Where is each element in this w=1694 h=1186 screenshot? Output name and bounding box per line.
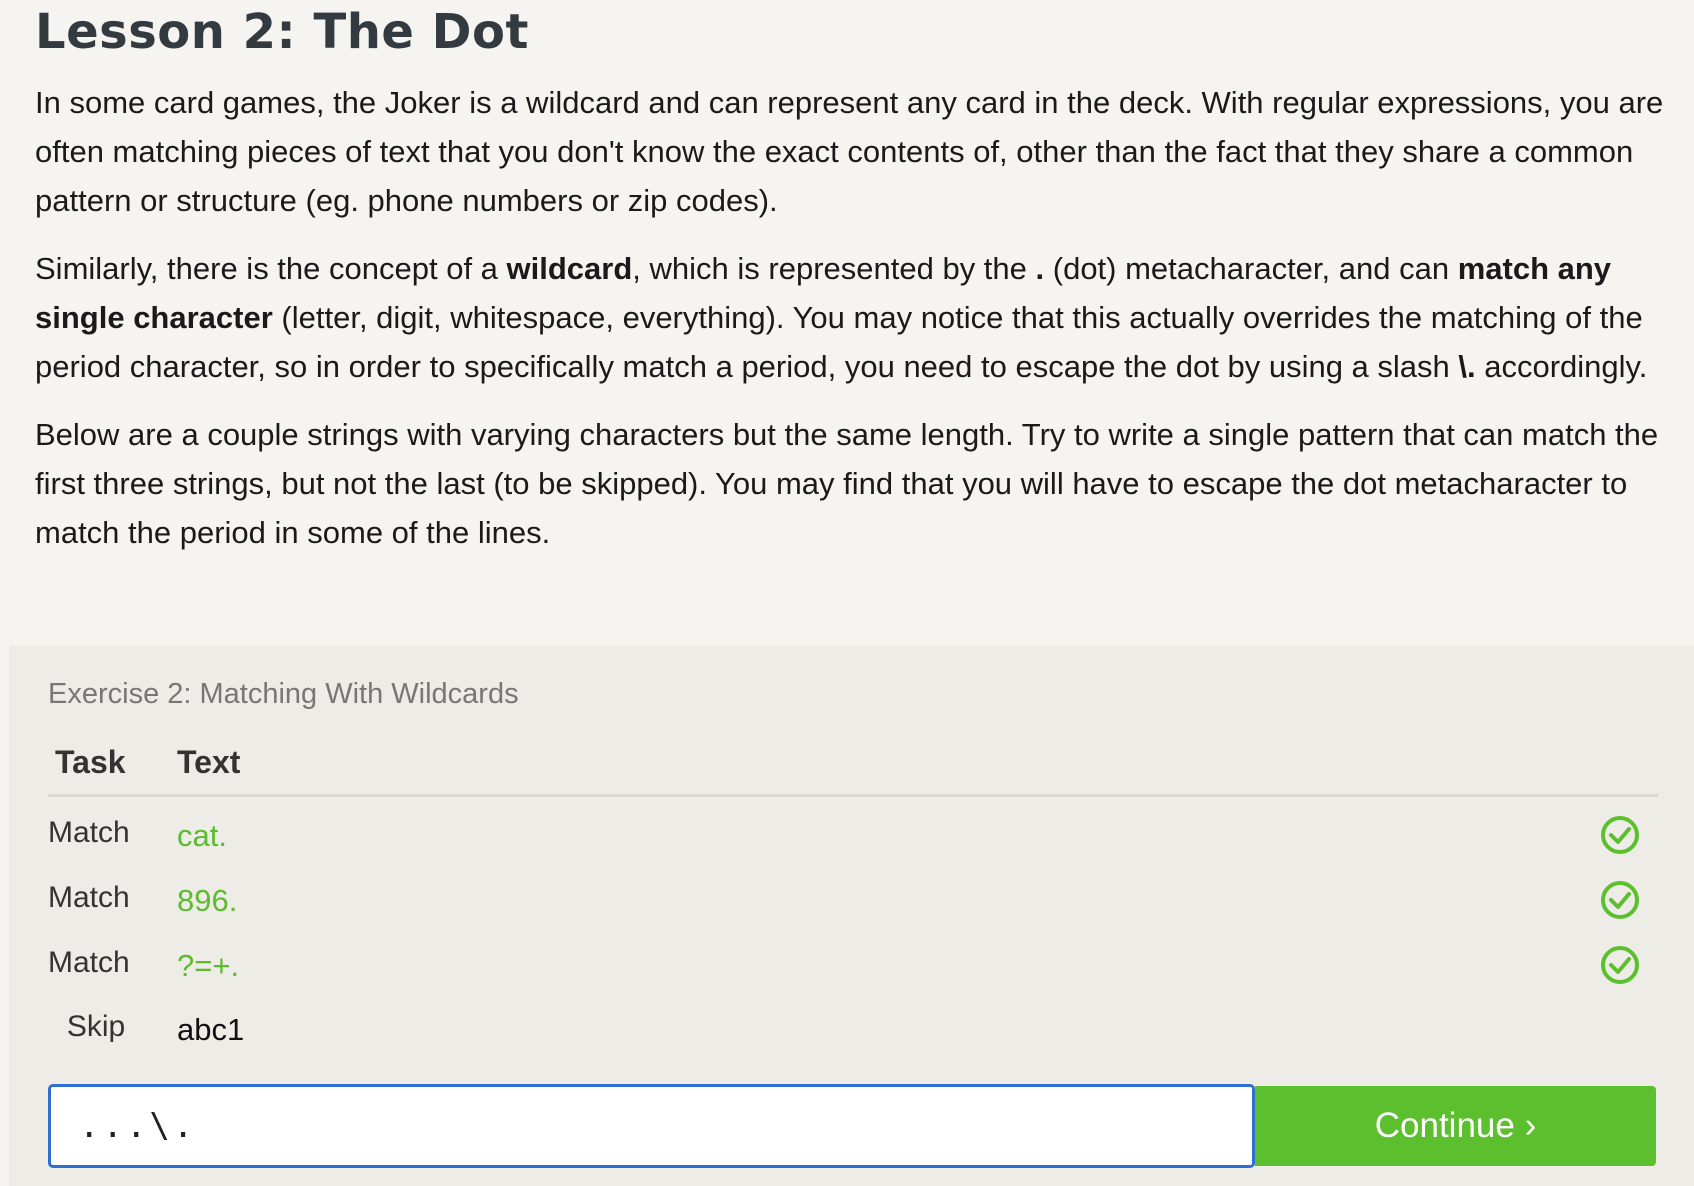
- row-task: Skip: [66, 1010, 126, 1043]
- exercise-panel: Exercise 2: Matching With Wildcards Task…: [9, 646, 1694, 1186]
- continue-button[interactable]: Continue ›: [1255, 1086, 1656, 1166]
- table-row: Match ?=+.: [9, 946, 1694, 1006]
- row-task: Match: [48, 816, 130, 849]
- para-bold-escape: \.: [1458, 349, 1476, 384]
- row-task: Match: [48, 946, 130, 979]
- check-circle-icon: [1601, 816, 1639, 854]
- lesson-title: Lesson 2: The Dot: [35, 4, 529, 60]
- lesson-section: Lesson 2: The Dot In some card games, th…: [35, 0, 1675, 557]
- row-text: 896.: [177, 883, 238, 918]
- table-row: Match cat.: [9, 816, 1694, 876]
- check-circle-icon: [1601, 946, 1639, 984]
- para-text: Similarly, there is the concept of a: [35, 251, 507, 286]
- column-header-task: Task: [55, 744, 126, 780]
- lesson-paragraph-3: Below are a couple strings with varying …: [35, 417, 1659, 550]
- para-text: , which is represented by the: [632, 251, 1036, 286]
- para-text: accordingly.: [1475, 349, 1648, 384]
- para-text: (letter, digit, whitespace, everything).…: [35, 300, 1643, 384]
- row-text: cat.: [177, 818, 227, 853]
- row-text: abc1: [177, 1012, 245, 1047]
- row-task: Match: [48, 881, 130, 914]
- lesson-paragraph-1: In some card games, the Joker is a wildc…: [35, 85, 1664, 218]
- para-bold-dot: .: [1035, 251, 1045, 286]
- regex-answer-input[interactable]: [79, 1101, 1219, 1151]
- check-circle-icon: [1601, 881, 1639, 919]
- table-row: Skip abc1: [9, 1010, 1694, 1070]
- para-text: (dot) metacharacter, and can: [1044, 251, 1458, 286]
- lesson-paragraph-2: Similarly, there is the concept of a wil…: [35, 244, 1675, 391]
- table-row: Match 896.: [9, 881, 1694, 941]
- row-text: ?=+.: [177, 948, 240, 983]
- answer-input-wrapper: [48, 1084, 1255, 1168]
- column-header-text: Text: [177, 744, 241, 780]
- para-bold-wildcard: wildcard: [506, 251, 633, 286]
- header-divider: [48, 794, 1658, 797]
- exercise-title: Exercise 2: Matching With Wildcards: [48, 678, 519, 710]
